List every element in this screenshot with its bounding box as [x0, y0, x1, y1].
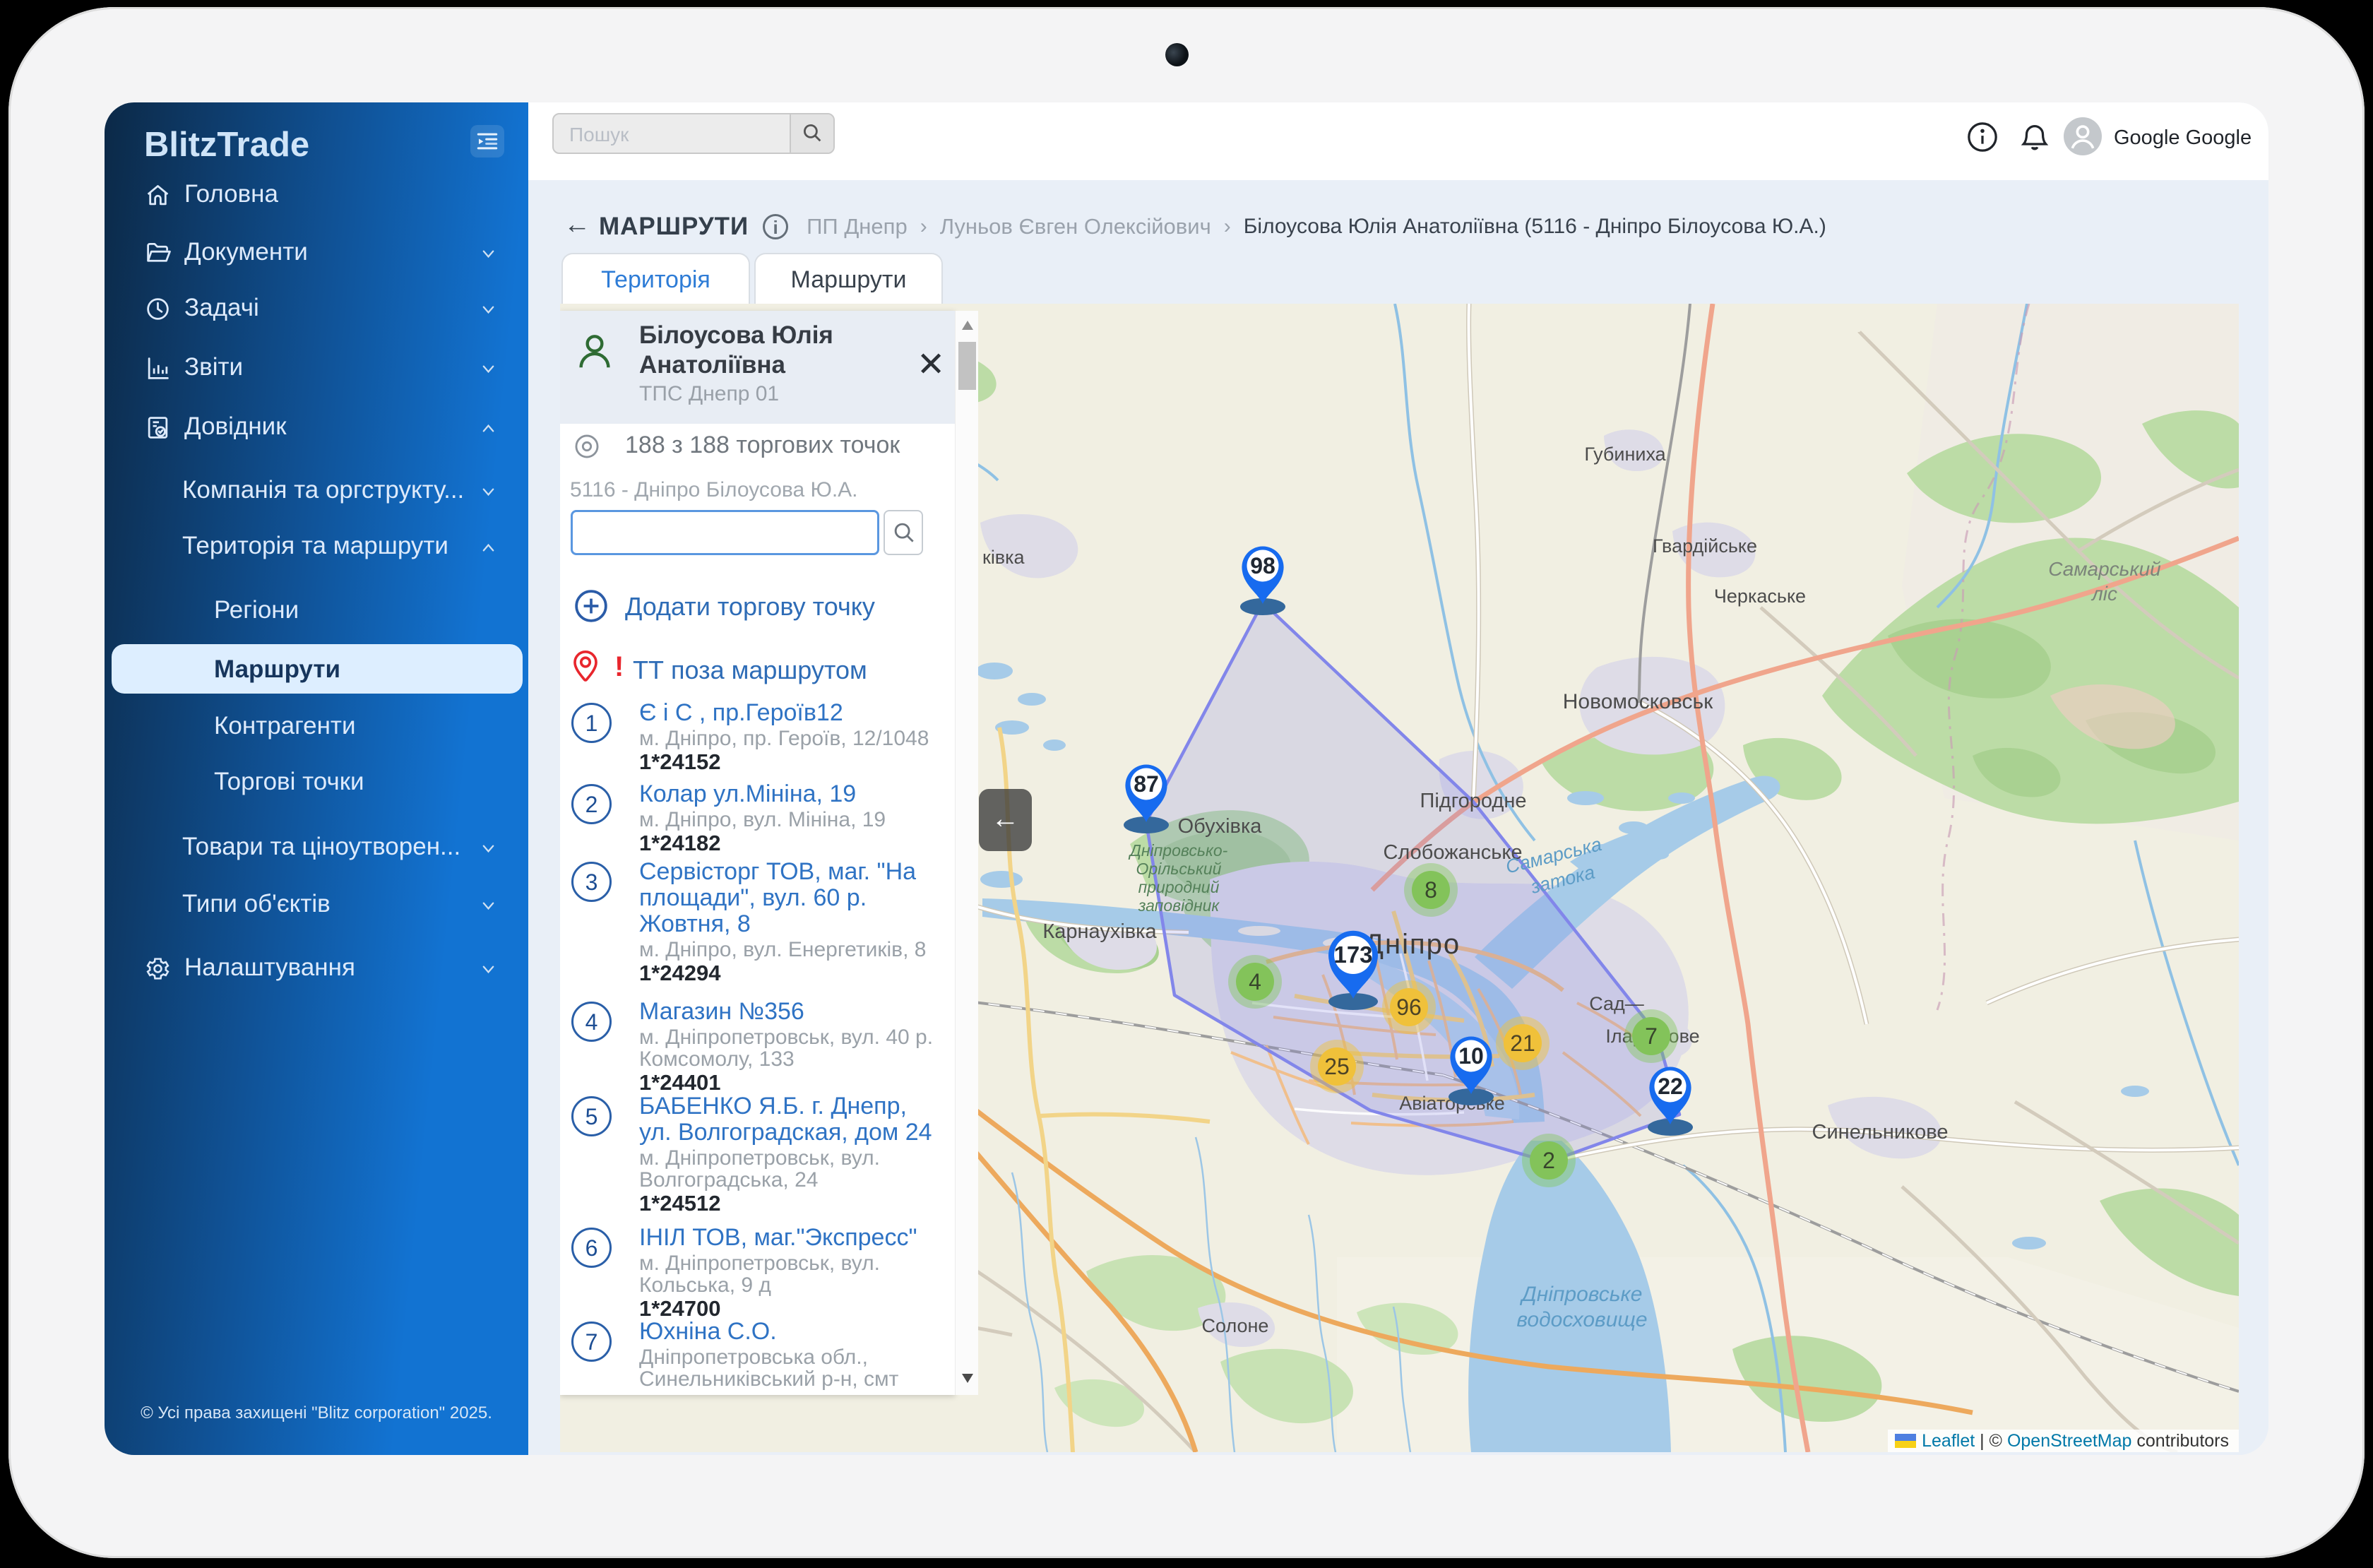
svg-text:25: 25 — [1324, 1054, 1350, 1079]
svg-text:Синельникове: Синельникове — [1812, 1121, 1949, 1144]
svg-text:10: 10 — [1458, 1043, 1484, 1069]
svg-text:7: 7 — [1645, 1023, 1658, 1049]
svg-text:96: 96 — [1396, 994, 1422, 1020]
svg-text:Карнаухівка: Карнаухівка — [1042, 920, 1157, 943]
svg-text:21: 21 — [1510, 1031, 1535, 1056]
svg-text:Самарський: Самарський — [2048, 558, 2161, 580]
svg-text:4: 4 — [1249, 969, 1261, 994]
svg-text:173: 173 — [1333, 942, 1372, 968]
svg-text:природний: природний — [1138, 878, 1220, 896]
svg-text:Дніпровсько-: Дніпровсько- — [1128, 841, 1228, 860]
svg-text:Губиниха: Губиниха — [1584, 444, 1666, 465]
svg-text:98: 98 — [1250, 553, 1275, 578]
svg-text:Сад—: Сад— — [1589, 993, 1644, 1014]
svg-text:Підгородне: Підгородне — [1420, 790, 1527, 812]
svg-text:ківка: ківка — [982, 547, 1025, 568]
svg-text:Слобожанське: Слобожанське — [1383, 841, 1522, 864]
svg-text:Черкаське: Черкаське — [1714, 586, 1806, 607]
svg-text:Новомосковськ: Новомосковськ — [1563, 690, 1713, 713]
svg-text:2: 2 — [1542, 1148, 1555, 1173]
svg-text:22: 22 — [1658, 1074, 1683, 1099]
svg-text:водосховище: водосховище — [1516, 1308, 1647, 1331]
svg-text:Гвардійське: Гвардійське — [1653, 535, 1757, 557]
svg-text:Дніпро: Дніпро — [1364, 929, 1461, 960]
svg-text:Солоне: Солоне — [1202, 1315, 1269, 1336]
svg-text:Орільський: Орільський — [1136, 860, 1222, 878]
svg-text:8: 8 — [1425, 877, 1437, 903]
svg-text:87: 87 — [1134, 771, 1159, 797]
svg-text:заповідник: заповідник — [1138, 896, 1220, 915]
svg-text:Дніпровське: Дніпровське — [1520, 1283, 1643, 1306]
svg-text:Обухівка: Обухівка — [1178, 815, 1263, 838]
svg-text:ліс: ліс — [2090, 583, 2117, 605]
